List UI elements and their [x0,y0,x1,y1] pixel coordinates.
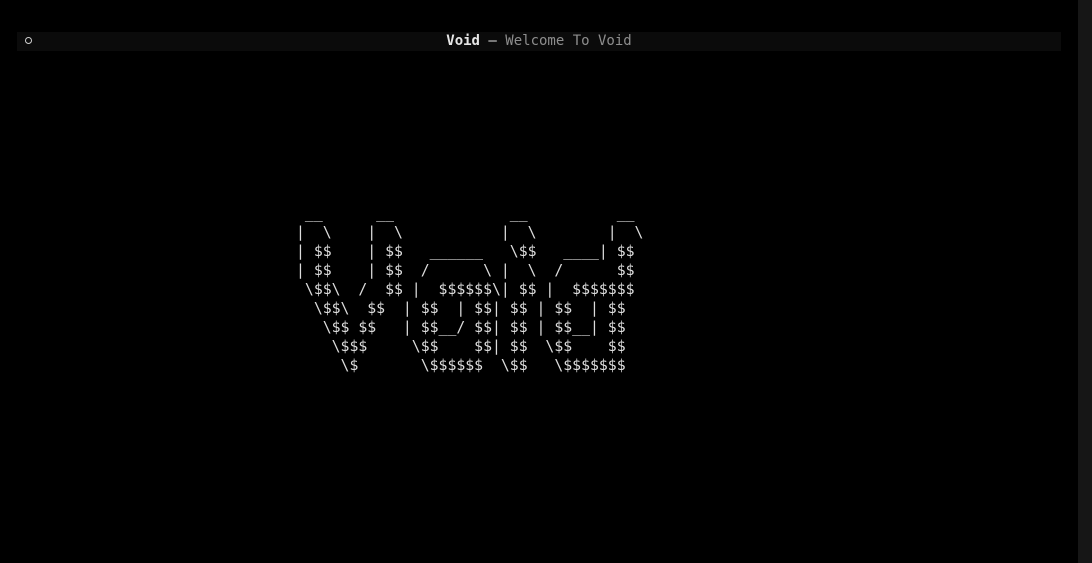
vertical-scrollbar[interactable] [1078,0,1092,563]
window-title: Void — Welcome To Void [17,32,1061,51]
document-title: Welcome To Void [505,33,632,49]
welcome-ascii-banner: __ __ __ __ | \ | \ | \ | \ | $$ | $$ __… [296,205,644,374]
title-separator: — [479,33,506,49]
title-bar: Void — Welcome To Void [17,32,1061,51]
app-name: Void [446,33,480,49]
